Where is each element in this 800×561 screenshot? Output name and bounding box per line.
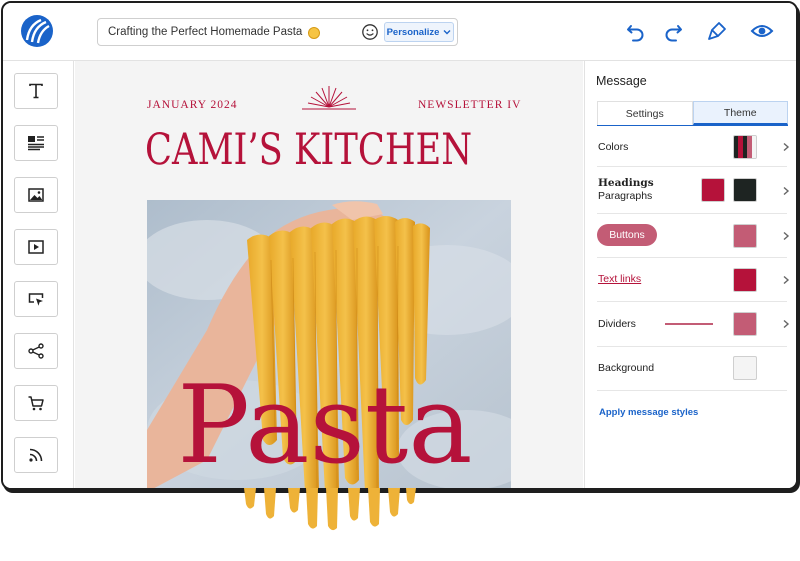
background-label: Background [598, 362, 655, 374]
newsletter-date[interactable]: JANUARY 2024 [147, 99, 237, 111]
cart-icon [28, 396, 44, 411]
logo-icon[interactable] [19, 13, 55, 49]
sidebar-item-button[interactable] [14, 281, 58, 317]
apply-message-styles-link[interactable]: Apply message styles [599, 407, 698, 418]
rss-icon [29, 448, 43, 462]
text-icon [29, 83, 43, 99]
colors-row[interactable]: Colors [597, 127, 790, 167]
headings-color-swatch[interactable] [701, 178, 725, 202]
headings-label: Headings [598, 177, 654, 189]
text-links-label: Text links [598, 273, 642, 285]
button-click-icon [28, 293, 44, 306]
personalize-dropdown[interactable]: Personalize [384, 22, 454, 42]
newsletter-issue[interactable]: NEWSLETTER IV [418, 99, 521, 111]
chevron-right-icon[interactable] [781, 186, 791, 196]
emoji-picker-icon[interactable] [361, 23, 379, 41]
sunburst-ornament [302, 86, 356, 110]
brand-title[interactable]: CAMI’S KITCHEN [145, 123, 472, 177]
pasta-overflow-decoration [244, 488, 416, 531]
chevron-right-icon[interactable] [781, 231, 791, 241]
smile-emoji-icon [308, 27, 321, 39]
dividers-row[interactable]: Dividers [597, 302, 790, 347]
top-bar: Crafting the Perfect Homemade Pasta Pers… [3, 3, 796, 61]
dividers-label: Dividers [598, 318, 636, 330]
undo-icon[interactable] [625, 20, 647, 42]
color-palette-swatch[interactable] [733, 135, 757, 159]
sidebar-item-product[interactable] [14, 385, 58, 421]
sidebar-item-rss[interactable] [14, 437, 58, 473]
hero-word: Pasta [177, 363, 472, 488]
buttons-color-swatch[interactable] [733, 224, 757, 248]
dividers-color-swatch[interactable] [733, 312, 757, 336]
brush-icon[interactable] [706, 20, 728, 42]
background-color-swatch[interactable] [733, 356, 757, 380]
content-blocks-sidebar [3, 61, 74, 488]
buttons-preview[interactable]: Buttons [597, 224, 657, 246]
preview-eye-icon[interactable] [750, 20, 774, 42]
sidebar-item-social[interactable] [14, 333, 58, 369]
paragraphs-color-swatch[interactable] [733, 178, 757, 202]
personalize-label: Personalize [386, 26, 440, 38]
typography-row[interactable]: Headings Paragraphs [597, 168, 790, 214]
hero-pasta-image[interactable]: Pasta [147, 200, 511, 490]
buttons-row[interactable]: Buttons [597, 214, 790, 258]
subject-text: Crafting the Perfect Homemade Pasta [108, 26, 303, 38]
email-canvas[interactable]: JANUARY 2024 NEWSLETTER IV CAMI’S KITCHE… [75, 61, 583, 490]
background-row[interactable]: Background [597, 347, 787, 391]
share-icon [28, 343, 44, 359]
panel-title: Message [596, 74, 647, 88]
divider-preview [665, 323, 713, 325]
chevron-right-icon[interactable] [781, 142, 791, 152]
sidebar-item-video[interactable] [14, 229, 58, 265]
chevron-right-icon[interactable] [781, 275, 791, 285]
sidebar-item-text[interactable] [14, 73, 58, 109]
redo-icon[interactable] [662, 20, 684, 42]
image-icon [28, 188, 44, 202]
text-links-color-swatch[interactable] [733, 268, 757, 292]
article-icon [28, 136, 44, 151]
tab-settings[interactable]: Settings [597, 101, 693, 125]
email-editor-window: Crafting the Perfect Homemade Pasta Pers… [1, 1, 798, 490]
video-icon [28, 240, 44, 254]
tab-theme[interactable]: Theme [692, 101, 788, 125]
colors-label: Colors [598, 141, 629, 153]
subject-line-input[interactable]: Crafting the Perfect Homemade Pasta Pers… [97, 18, 458, 46]
message-theme-panel: Message Settings Theme Colors Headings P… [584, 61, 796, 488]
sidebar-item-text-image[interactable] [14, 125, 58, 161]
chevron-down-icon [443, 30, 451, 35]
paragraphs-label: Paragraphs [598, 190, 653, 202]
chevron-right-icon[interactable] [781, 319, 791, 329]
sidebar-item-image[interactable] [14, 177, 58, 213]
panel-tabs: Settings Theme [597, 101, 788, 126]
text-links-row[interactable]: Text links [597, 258, 790, 302]
